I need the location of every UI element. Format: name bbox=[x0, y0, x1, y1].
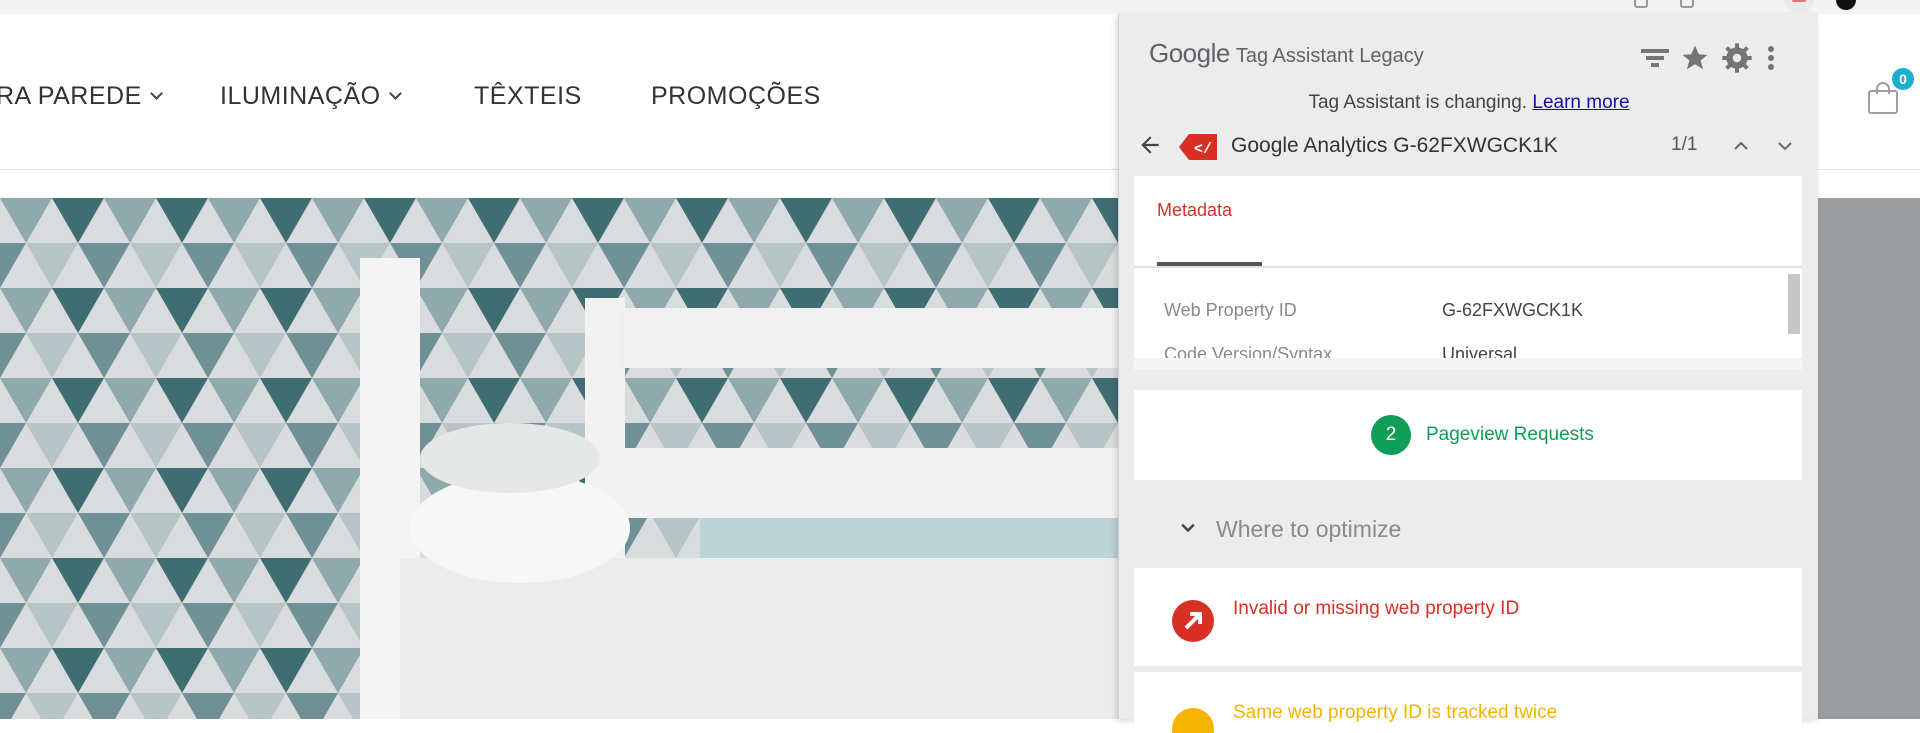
optimize-label: Where to optimize bbox=[1216, 516, 1402, 542]
issue-text: Same web property ID is tracked twice bbox=[1233, 702, 1558, 723]
warning-icon bbox=[1172, 708, 1214, 733]
tab-metadata[interactable]: Metadata bbox=[1157, 200, 1232, 221]
nav-label: ILUMINAÇÃO bbox=[220, 82, 381, 110]
browser-menu-icon[interactable] bbox=[1888, 0, 1904, 8]
extension-icon[interactable] bbox=[1634, 0, 1648, 8]
metadata-key: Code Version/Syntax bbox=[1164, 344, 1333, 358]
nav-item-parede[interactable]: RA PAREDE bbox=[0, 82, 163, 111]
more-vert-icon[interactable] bbox=[1755, 42, 1787, 74]
google-logo: Google bbox=[1149, 38, 1230, 68]
chevron-down-icon bbox=[388, 87, 402, 100]
notice-text: Tag Assistant is changing. bbox=[1308, 92, 1528, 113]
issue-item[interactable]: Same web property ID is tracked twice bbox=[1134, 672, 1802, 733]
page-background bbox=[1818, 198, 1920, 719]
metadata-value: Universal bbox=[1442, 344, 1518, 358]
metadata-row: Code Version/Syntax Universal bbox=[1134, 344, 1802, 358]
chevron-down-icon[interactable] bbox=[1773, 134, 1797, 158]
cart-count-badge: 0 bbox=[1892, 68, 1914, 90]
nav-label: TÊXTEIS bbox=[474, 82, 582, 110]
issue-item[interactable]: Invalid or missing web property ID bbox=[1134, 568, 1802, 666]
metadata-value: G-62FXWGCK1K bbox=[1442, 300, 1584, 320]
notice-banner: Tag Assistant is changing. Learn more bbox=[1119, 92, 1819, 114]
tag-icon-label: </ bbox=[1194, 141, 1212, 158]
where-to-optimize-toggle[interactable]: Where to optimize bbox=[1134, 498, 1802, 558]
nav-item-iluminacao[interactable]: ILUMINAÇÃO bbox=[220, 82, 402, 111]
triangle-wallpaper-pattern bbox=[0, 198, 1120, 719]
nav-item-promocoes[interactable]: PROMOÇÕES bbox=[651, 82, 821, 111]
back-arrow-icon[interactable] bbox=[1137, 132, 1163, 158]
tag-assistant-extension-icon[interactable] bbox=[1784, 0, 1814, 12]
metadata-key: Web Property ID bbox=[1164, 300, 1297, 320]
pageview-requests-card[interactable]: 2 Pageview Requests bbox=[1134, 390, 1802, 480]
metadata-card: Metadata Web Property ID G-62FXWGCK1K Co… bbox=[1134, 176, 1802, 370]
star-icon[interactable] bbox=[1679, 42, 1711, 74]
issue-text: Invalid or missing web property ID bbox=[1233, 598, 1520, 619]
metadata-list[interactable]: Web Property ID G-62FXWGCK1K Code Versio… bbox=[1134, 270, 1802, 358]
browser-toolbar bbox=[0, 0, 1920, 14]
nav-label: PROMOÇÕES bbox=[651, 82, 821, 110]
tag-counter: 1/1 bbox=[1671, 134, 1698, 155]
error-arrow-icon bbox=[1172, 600, 1214, 642]
gear-icon[interactable] bbox=[1721, 42, 1753, 74]
learn-more-link[interactable]: Learn more bbox=[1532, 92, 1629, 113]
pageview-count-badge: 2 bbox=[1371, 415, 1411, 455]
chevron-down-icon bbox=[1178, 518, 1198, 538]
pageview-label: Pageview Requests bbox=[1426, 424, 1594, 445]
chevron-down-icon bbox=[149, 87, 163, 100]
scrollbar-thumb[interactable] bbox=[1788, 274, 1800, 334]
profile-avatar[interactable] bbox=[1836, 0, 1856, 10]
divider bbox=[1134, 266, 1802, 268]
popup-header: Google Tag Assistant Legacy bbox=[1149, 38, 1424, 72]
bookmark-star-icon[interactable] bbox=[1726, 0, 1740, 8]
tag-assistant-popup: Google Tag Assistant Legacy Tag Assistan… bbox=[1118, 14, 1819, 733]
metadata-row: Web Property ID G-62FXWGCK1K bbox=[1134, 300, 1802, 330]
chevron-up-icon[interactable] bbox=[1729, 134, 1753, 158]
tag-name: Google Analytics G-62FXWGCK1K bbox=[1231, 134, 1558, 157]
tag-header: </ Google Analytics G-62FXWGCK1K 1/1 bbox=[1119, 126, 1819, 166]
tag-icon: </ bbox=[1179, 134, 1217, 160]
popup-title: Tag Assistant Legacy bbox=[1235, 45, 1424, 67]
cart-button[interactable]: 0 bbox=[1868, 68, 1914, 114]
nav-item-texteis[interactable]: TÊXTEIS bbox=[474, 82, 582, 111]
filter-icon[interactable] bbox=[1639, 42, 1671, 74]
extension-icon[interactable] bbox=[1680, 0, 1694, 8]
nav-label: RA PAREDE bbox=[0, 82, 142, 110]
